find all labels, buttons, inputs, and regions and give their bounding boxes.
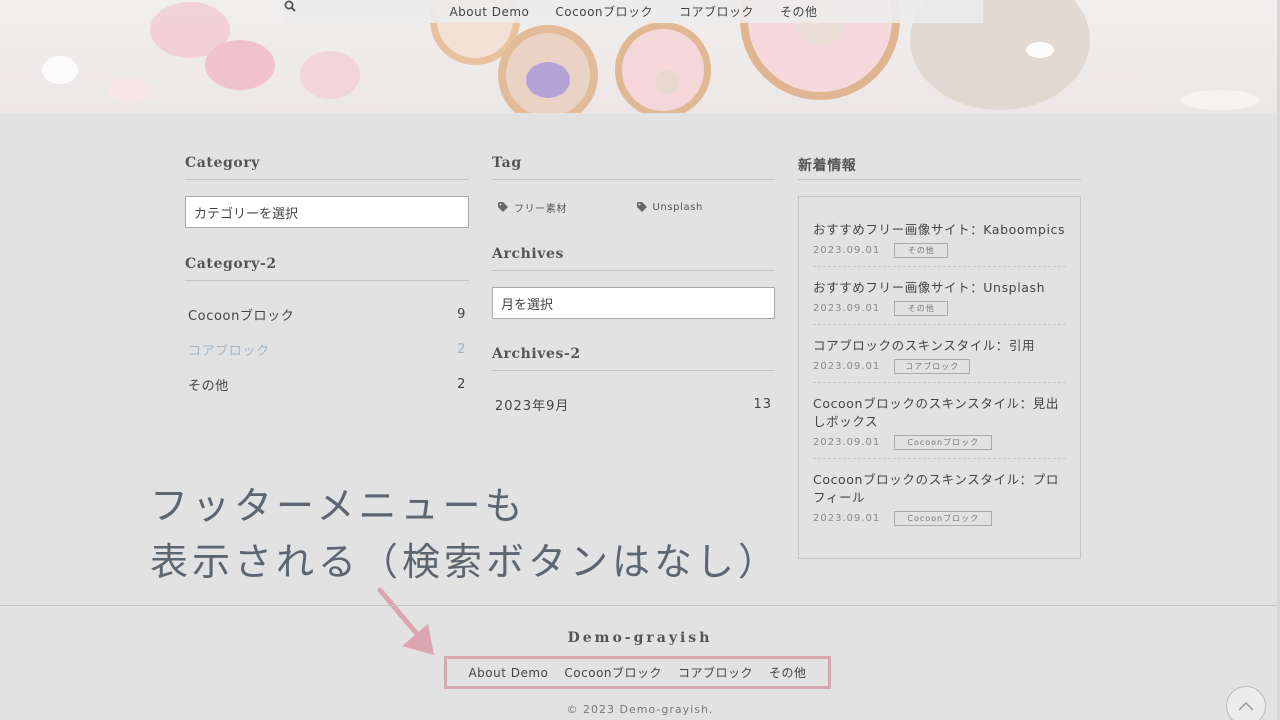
footer-site-name[interactable]: Demo-grayish	[0, 630, 1280, 646]
category2-list: Cocoonブロック 9 コアブロック 2 その他 2	[185, 297, 469, 402]
nav-item-cocoon-block[interactable]: Cocoonブロック	[555, 3, 653, 20]
news-date: 2023.09.01	[813, 513, 881, 524]
category-item-core[interactable]: コアブロック 2	[185, 332, 469, 367]
archives-select[interactable]: 月を選択	[492, 287, 775, 319]
annotation-line-1: フッターメニューも	[150, 484, 527, 528]
news-item[interactable]: コアブロックのスキンスタイル：引用 2023.09.01 コアブロック	[813, 325, 1066, 383]
tag-cloud: フリー素材 Unsplash	[492, 196, 775, 218]
footer-nav-cocoon-block[interactable]: Cocoonブロック	[564, 664, 662, 681]
footer-navigation: About Demo Cocoonブロック コアブロック その他	[444, 656, 831, 689]
category-item-label: Cocoonブロック	[188, 309, 295, 324]
news-item[interactable]: おすすめフリー画像サイト：Unsplash 2023.09.01 その他	[813, 267, 1066, 325]
news-category-badge: Cocoonブロック	[894, 435, 993, 450]
footer-divider	[0, 605, 1280, 606]
category-item-count: 9	[457, 307, 466, 322]
news-category-badge: その他	[894, 301, 949, 316]
footer-nav-about[interactable]: About Demo	[468, 666, 548, 680]
annotation-text: フッターメニューも 表示される（検索ボタンはなし）	[150, 478, 780, 590]
search-icon[interactable]	[284, 0, 296, 12]
news-title: コアブロックのスキンスタイル：引用	[813, 338, 1036, 353]
category-item-cocoon[interactable]: Cocoonブロック 9	[185, 297, 469, 332]
news-category-badge: コアブロック	[894, 359, 971, 374]
category-select[interactable]: カテゴリーを選択	[185, 196, 469, 228]
tag-label: Unsplash	[652, 201, 703, 213]
category-item-count: 2	[457, 342, 466, 357]
tag-free-material[interactable]: フリー素材	[498, 200, 637, 215]
archives-widget-title: Archives	[492, 246, 775, 271]
news-date: 2023.09.01	[813, 361, 881, 372]
news-title: Cocoonブロックのスキンスタイル：見出しボックス	[813, 396, 1059, 429]
nav-item-about[interactable]: About Demo	[449, 5, 529, 19]
widget-column-3: 新着情報 おすすめフリー画像サイト：Kaboompics 2023.09.01 …	[798, 155, 1081, 559]
copyright-text: © 2023 Demo-grayish.	[566, 703, 714, 716]
news-date: 2023.09.01	[813, 437, 881, 448]
archive-item-2023-09[interactable]: 2023年9月 13	[492, 387, 775, 422]
chevron-up-icon	[1238, 701, 1254, 711]
news-date: 2023.09.01	[813, 245, 881, 256]
category2-widget-title: Category-2	[185, 256, 469, 281]
archives2-widget-title: Archives-2	[492, 346, 775, 371]
header-banner: About Demo Cocoonブロック コアブロック その他	[0, 0, 1280, 113]
news-list: おすすめフリー画像サイト：Kaboompics 2023.09.01 その他 お…	[798, 196, 1081, 559]
nav-item-other[interactable]: その他	[780, 3, 818, 20]
footer-nav-core-block[interactable]: コアブロック	[678, 664, 753, 681]
tag-unsplash[interactable]: Unsplash	[636, 201, 776, 213]
category-item-other[interactable]: その他 2	[185, 367, 469, 402]
archive-item-label: 2023年9月	[495, 399, 570, 414]
news-title: おすすめフリー画像サイト：Unsplash	[813, 280, 1046, 295]
tag-icon	[498, 202, 508, 212]
news-date: 2023.09.01	[813, 303, 881, 314]
news-item[interactable]: Cocoonブロックのスキンスタイル：見出しボックス 2023.09.01 Co…	[813, 383, 1066, 459]
widget-column-1: Category カテゴリーを選択 Category-2 Cocoonブロック …	[185, 155, 469, 402]
category-item-label: コアブロック	[188, 344, 270, 359]
news-category-badge: Cocoonブロック	[894, 511, 993, 526]
category-item-count: 2	[457, 377, 466, 392]
annotation-arrow-icon	[377, 587, 434, 655]
tag-icon	[636, 202, 647, 212]
category-widget-title: Category	[185, 155, 469, 180]
nav-item-core-block[interactable]: コアブロック	[679, 3, 754, 20]
archive-item-count: 13	[753, 397, 772, 412]
annotation-line-2: 表示される（検索ボタンはなし）	[150, 540, 781, 584]
news-item[interactable]: おすすめフリー画像サイト：Kaboompics 2023.09.01 その他	[813, 209, 1066, 267]
top-navigation: About Demo Cocoonブロック コアブロック その他	[284, 0, 983, 23]
tag-label: フリー素材	[514, 203, 567, 215]
widget-column-2: Tag フリー素材 Unsplash Archives 月を選択 Archive…	[492, 155, 775, 422]
tag-widget-title: Tag	[492, 155, 775, 180]
back-to-top-button[interactable]	[1226, 686, 1266, 720]
news-widget-title: 新着情報	[798, 155, 1081, 180]
news-category-badge: その他	[894, 243, 949, 258]
category-item-label: その他	[188, 379, 229, 394]
news-title: おすすめフリー画像サイト：Kaboompics	[813, 222, 1066, 237]
footer-nav-other[interactable]: その他	[769, 664, 807, 681]
news-title: Cocoonブロックのスキンスタイル：プロフィール	[813, 472, 1059, 505]
news-item[interactable]: Cocoonブロックのスキンスタイル：プロフィール 2023.09.01 Coc…	[813, 459, 1066, 534]
